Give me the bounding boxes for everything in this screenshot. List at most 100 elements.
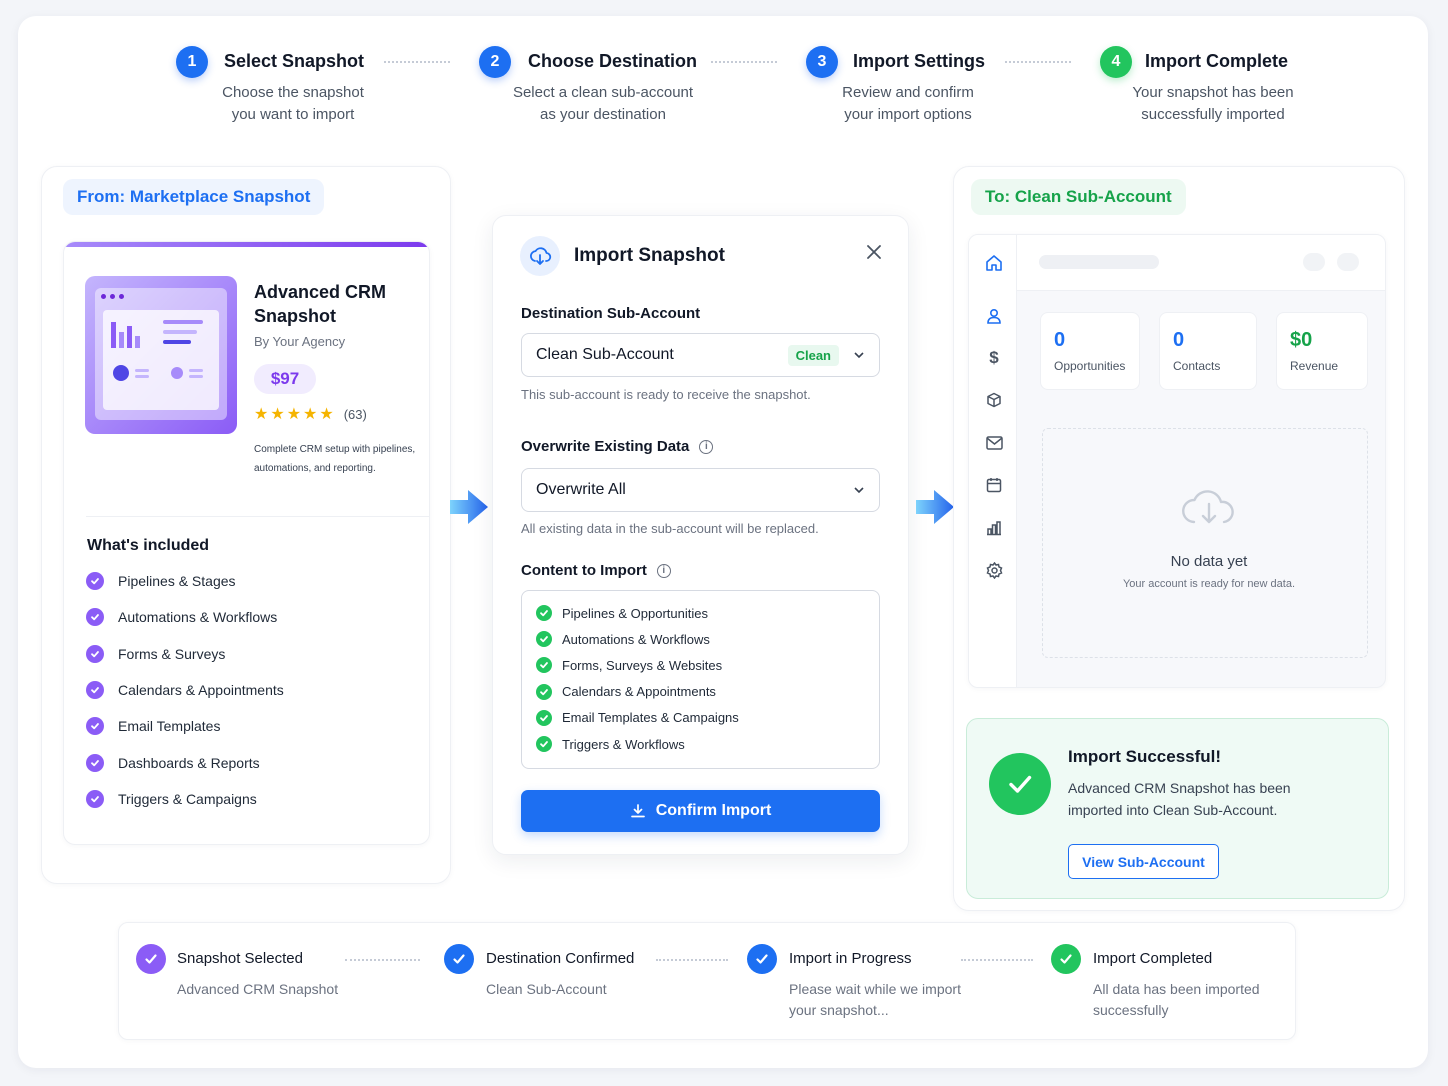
included-item-label: Automations & Workflows [118,609,278,626]
content-item-label: Calendars & Appointments [562,684,716,700]
check-icon [536,657,552,674]
destination-label-prefix: To: [985,187,1011,206]
topbar-placeholder [1337,253,1359,271]
included-item-label: Dashboards & Reports [118,754,260,771]
destination-hint: This sub-account is ready to receive the… [521,387,811,402]
content-item[interactable]: Pipelines & Opportunities [536,605,708,621]
stat-value: 0 [1173,329,1185,351]
content-item[interactable]: Triggers & Workflows [536,736,685,752]
arrow-right-icon [450,490,488,524]
check-circle-icon [1051,944,1081,974]
empty-desc: Your account is ready for new data. [1122,578,1296,590]
content-item-label: Email Templates & Campaigns [562,710,739,726]
step-2-title: Choose Destination [528,51,698,71]
chevron-down-icon [853,484,865,496]
download-icon [630,804,645,818]
step-connector [711,61,777,63]
view-sub-account-button[interactable]: View Sub-Account [1068,844,1219,879]
progress-2-desc: Clean Sub-Account [486,979,607,1000]
progress-connector [345,959,420,961]
snapshot-thumbnail [85,276,237,434]
source-label: From: Marketplace Snapshot [63,179,325,215]
check-circle-icon [747,944,777,974]
settings-icon[interactable] [984,560,1004,580]
card-divider [86,516,430,517]
step-3-desc-line2: your import options [844,106,972,123]
topbar-placeholder [1039,255,1159,269]
included-item-label: Pipelines & Stages [118,573,236,589]
reports-icon[interactable] [984,518,1004,538]
source-label-prefix: From: [77,187,126,206]
destination-select[interactable]: Clean Sub-Account Clean [521,333,880,377]
confirm-import-button[interactable]: Confirm Import [521,790,880,832]
window-dots-icon [101,294,124,299]
stat-contacts: 0 Contacts [1159,312,1257,390]
step-1-desc-line1: Choose the snapshot [222,84,364,101]
check-icon [536,605,552,621]
arrow-right-icon [916,490,954,524]
progress-2-desc-line1: Clean Sub-Account [486,981,607,997]
info-icon[interactable]: i [656,563,671,578]
dashboard-illustration-icon [111,320,203,381]
progress-1-desc-line1: Advanced CRM Snapshot [177,981,339,997]
stat-label: Opportunities [1054,359,1126,373]
rating-count: (63) [343,406,367,422]
info-icon[interactable]: i [699,439,714,454]
step-3-desc-line1: Review and confirm [842,84,974,101]
step-3-title: Import Settings [853,51,986,71]
stat-revenue: $0 Revenue [1276,312,1368,390]
step-1-title: Select Snapshot [224,51,365,71]
check-icon [86,572,104,590]
step-3-number: 3 [806,46,838,78]
cloud-empty-icon [1182,490,1234,524]
overwrite-select-value: Overwrite All [536,481,626,498]
clean-badge: Clean [787,344,839,366]
mail-icon[interactable] [984,433,1004,453]
card-accent-bar [64,242,429,247]
content-item-label: Forms, Surveys & Websites [562,657,723,673]
step-1-number: 1 [176,46,208,78]
progress-4-title: Import Completed [1093,950,1213,967]
thumbnail-window [95,288,227,420]
destination-account-label: To: Clean Sub-Account [971,179,1186,215]
success-check-icon [989,753,1051,815]
check-circle-icon [444,944,474,974]
preview-sidebar [969,235,1017,687]
included-item: Calendars & Appointments [86,680,284,699]
overwrite-label: Overwrite Existing Data i [521,438,714,455]
close-icon[interactable] [864,242,884,262]
success-title: Import Successful! [1068,747,1222,766]
step-3-desc: Review and confirm your import options [830,82,986,126]
success-desc-line1: Advanced CRM Snapshot has been [1068,780,1291,796]
progress-2-title: Destination Confirmed [486,950,635,967]
dollar-icon[interactable]: $ [984,348,1004,368]
content-item-label: Automations & Workflows [562,631,710,647]
included-item: Forms & Surveys [86,644,226,663]
snapshot-title-line2: Snapshot [254,306,337,326]
check-icon [86,789,104,808]
check-icon [86,717,104,736]
content-item[interactable]: Forms, Surveys & Websites [536,657,723,674]
content-item[interactable]: Email Templates & Campaigns [536,709,739,726]
step-2-desc-line2: as your destination [540,106,666,123]
box-icon[interactable] [984,390,1004,410]
calendar-icon[interactable] [984,475,1004,495]
check-circle-icon [136,944,166,974]
included-item-label: Forms & Surveys [118,645,226,662]
content-item-label: Triggers & Workflows [562,736,685,752]
stat-value: $0 [1290,329,1313,351]
home-icon[interactable] [984,253,1004,273]
stat-value: 0 [1054,329,1066,351]
contacts-icon[interactable] [984,306,1004,326]
included-item: Automations & Workflows [86,608,278,627]
content-item[interactable]: Automations & Workflows [536,631,710,648]
destination-label: Destination Sub-Account [521,305,701,322]
content-item[interactable]: Calendars & Appointments [536,683,716,700]
content-label: Content to Import i [521,562,671,579]
step-4-desc-line1: Your snapshot has been [1132,84,1294,101]
progress-4-desc-line2: successfully [1093,1002,1169,1018]
overwrite-select[interactable]: Overwrite All [521,468,880,512]
cloud-download-icon [520,236,560,276]
content-item-label: Pipelines & Opportunities [562,605,708,621]
progress-3-desc-line1: Please wait while we import [789,981,961,997]
